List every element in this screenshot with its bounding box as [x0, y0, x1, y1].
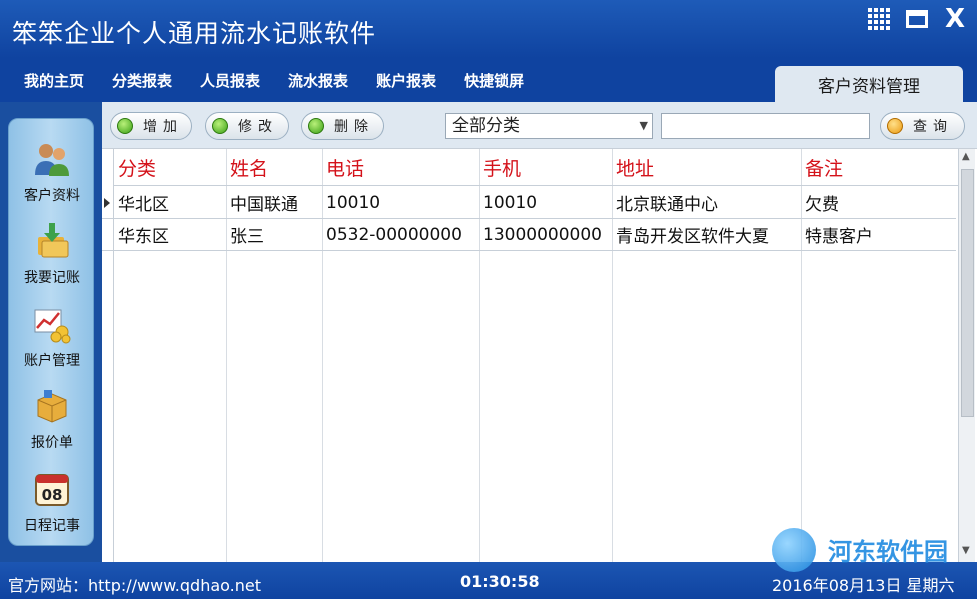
menu-flow-report[interactable]: 流水报表 — [274, 70, 362, 91]
menu-grid-button[interactable] — [865, 6, 893, 32]
sidebar-label: 客户资料 — [24, 188, 80, 204]
grid-icon — [868, 8, 890, 30]
menu-home[interactable]: 我的主页 — [10, 70, 98, 91]
maximize-button[interactable] — [903, 6, 931, 32]
scrollbar-thumb[interactable] — [961, 169, 974, 417]
scroll-up-icon[interactable]: ▲ — [962, 151, 970, 162]
table-cell[interactable]: 北京联通中心 — [612, 187, 801, 218]
category-select-value: 全部分类 — [452, 116, 520, 136]
clock: 01:30:58 — [460, 572, 540, 591]
green-led-icon — [117, 118, 133, 134]
maximize-icon — [906, 10, 928, 28]
sidebar-item-bookkeeping[interactable]: 我要记账 — [9, 217, 95, 297]
calendar-icon: 08 — [35, 474, 69, 506]
delete-button[interactable]: 删除 — [301, 112, 384, 140]
green-led-icon — [308, 118, 324, 134]
customer-table: 分类 姓名 电话 手机 地址 备注 华北区 中国联通 10010 10010 北… — [102, 148, 977, 563]
sidebar-label: 账户管理 — [24, 353, 80, 369]
column-header-mobile[interactable]: 手机 — [479, 149, 612, 186]
sidebar-label: 报价单 — [31, 435, 73, 451]
title-bar: 笨笨企业个人通用流水记账软件 X — [0, 0, 977, 58]
table-cell[interactable]: 0532-00000000 — [322, 219, 479, 250]
vertical-scrollbar[interactable]: ▲ ▼ — [958, 149, 975, 563]
table-cell[interactable]: 欠费 — [801, 187, 958, 218]
sidebar-item-customers[interactable]: 客户资料 — [9, 135, 95, 215]
add-button-label: 增加 — [143, 119, 183, 135]
sidebar-label: 日程记事 — [24, 518, 80, 534]
table-cell[interactable]: 青岛开发区软件大夏 — [612, 219, 801, 250]
toolbar: 增加 修改 删除 全部分类 ▼ 查询 — [102, 102, 977, 148]
table-cell[interactable]: 中国联通 — [226, 187, 322, 218]
column-header-category[interactable]: 分类 — [114, 149, 226, 186]
sidebar-item-schedule[interactable]: 08 日程记事 — [9, 465, 95, 545]
customers-icon — [35, 144, 69, 176]
add-button[interactable]: 增加 — [110, 112, 192, 140]
menu-category-report[interactable]: 分类报表 — [98, 70, 186, 91]
table-cell[interactable]: 13000000000 — [479, 219, 612, 250]
table-cell[interactable]: 华东区 — [114, 219, 226, 250]
app-title: 笨笨企业个人通用流水记账软件 — [12, 19, 377, 48]
row-header-column — [102, 149, 114, 563]
column-header-note[interactable]: 备注 — [801, 149, 958, 186]
watermark-text: 河东软件园 — [828, 538, 948, 566]
calendar-day: 08 — [42, 486, 63, 504]
table-cell[interactable]: 10010 — [322, 187, 479, 218]
window-controls: X — [865, 6, 969, 32]
table-cell[interactable]: 华北区 — [114, 187, 226, 218]
query-button-label: 查询 — [913, 119, 953, 135]
table-cell[interactable]: 特惠客户 — [801, 219, 958, 250]
menu-account-report[interactable]: 账户报表 — [362, 70, 450, 91]
category-select[interactable]: 全部分类 ▼ — [445, 113, 653, 139]
close-button[interactable]: X — [941, 6, 969, 32]
sidebar-item-quotes[interactable]: 报价单 — [9, 382, 95, 462]
green-led-icon — [212, 118, 228, 134]
bookkeeping-icon — [38, 223, 69, 258]
website-link[interactable]: 官方网站：http://www.qdhao.net — [8, 572, 261, 596]
account-chart-icon — [34, 309, 71, 344]
orange-led-icon — [887, 118, 903, 134]
edit-button-label: 修改 — [238, 119, 278, 135]
edit-button[interactable]: 修改 — [205, 112, 289, 140]
column-header-address[interactable]: 地址 — [612, 149, 801, 186]
current-row-indicator-icon — [104, 198, 110, 208]
quote-box-icon — [37, 390, 67, 423]
close-icon: X — [944, 4, 966, 34]
main-menu: 我的主页 分类报表 人员报表 流水报表 账户报表 快捷锁屏 — [10, 70, 538, 91]
menu-staff-report[interactable]: 人员报表 — [186, 70, 274, 91]
watermark-logo-icon — [772, 528, 816, 572]
chevron-down-icon: ▼ — [639, 119, 648, 132]
search-input[interactable] — [661, 113, 870, 139]
watermark: 河东软件园 — [772, 526, 972, 574]
query-button[interactable]: 查询 — [880, 112, 965, 140]
date-display: 2016年08月13日 星期六 — [772, 576, 955, 595]
column-header-name[interactable]: 姓名 — [226, 149, 322, 186]
table-cell[interactable]: 10010 — [479, 187, 612, 218]
table-cell[interactable]: 张三 — [226, 219, 322, 250]
sidebar-item-accounts[interactable]: 账户管理 — [9, 300, 95, 380]
main-panel: 增加 修改 删除 全部分类 ▼ 查询 分类 姓名 电话 手机 地址 备注 华北区… — [102, 102, 977, 563]
tab-customer-management[interactable]: 客户资料管理 — [775, 66, 963, 102]
column-header-phone[interactable]: 电话 — [322, 149, 479, 186]
delete-button-label: 删除 — [334, 119, 374, 135]
sidebar-label: 我要记账 — [24, 270, 80, 286]
sidebar: 客户资料 我要记账 账户管理 报价单 08 日程记事 — [8, 118, 94, 546]
menu-quick-lock[interactable]: 快捷锁屏 — [450, 70, 538, 91]
